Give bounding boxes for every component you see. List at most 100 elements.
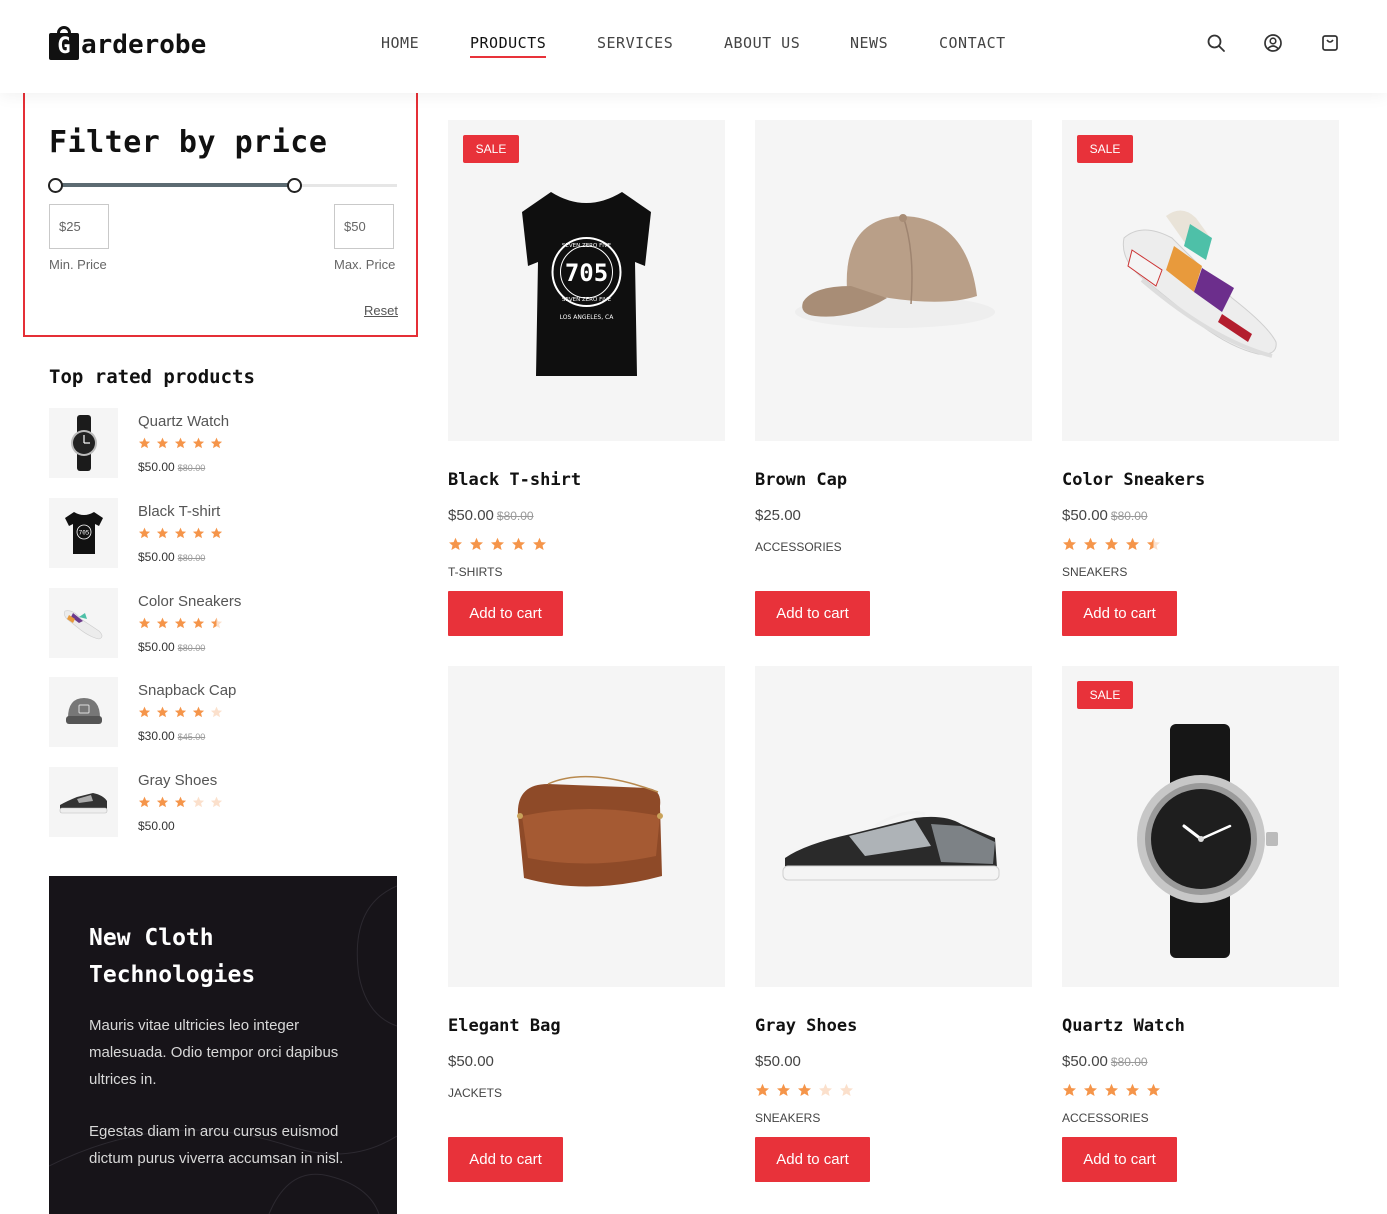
logo-text: arderobe — [81, 30, 207, 60]
nav-news[interactable]: NEWS — [850, 34, 888, 52]
product-category[interactable]: ACCESSORIES — [755, 540, 842, 554]
filter-title: Filter by price — [49, 125, 328, 160]
product-image[interactable]: SALE — [1062, 666, 1339, 987]
product-name[interactable]: Quartz Watch — [1062, 1016, 1185, 1036]
star-icon — [756, 1083, 769, 1096]
star-icon — [512, 537, 525, 550]
product-name[interactable]: Color Sneakers — [1062, 470, 1205, 490]
product-image[interactable] — [755, 120, 1032, 441]
product-category[interactable]: SNEAKERS — [1062, 565, 1127, 579]
star-rating — [138, 437, 228, 455]
product-name[interactable]: Black T-shirt — [138, 503, 220, 520]
tshirt-thumbnail[interactable]: 705 — [49, 498, 118, 568]
product-category[interactable]: JACKETS — [448, 1086, 502, 1100]
product-name[interactable]: Snapback Cap — [138, 682, 236, 699]
star-rating — [1062, 537, 1167, 555]
old-price: $80.00 — [177, 463, 206, 473]
product-image[interactable] — [448, 666, 725, 987]
cart-icon[interactable] — [1320, 33, 1340, 53]
star-icon — [174, 796, 187, 808]
product-name[interactable]: Gray Shoes — [755, 1016, 857, 1036]
nav-contact[interactable]: CONTACT — [939, 34, 1006, 52]
add-to-cart-button[interactable]: Add to cart — [448, 1137, 563, 1182]
star-icon — [449, 537, 462, 550]
product-price: $50.00 $80.00 — [1062, 1053, 1148, 1070]
gray-shoes-thumbnail[interactable] — [49, 767, 118, 837]
star-icon — [819, 1083, 832, 1096]
add-to-cart-button[interactable]: Add to cart — [448, 591, 563, 636]
top-rated-item[interactable]: Quartz Watch $50.00 $80.00 — [49, 408, 399, 478]
sneakers-thumbnail[interactable] — [49, 588, 118, 658]
product-category[interactable]: ACCESSORIES — [1062, 1111, 1149, 1125]
svg-text:SEVEN ZERO FIVE: SEVEN ZERO FIVE — [562, 243, 612, 249]
star-icon — [1063, 1083, 1076, 1096]
star-icon — [192, 796, 205, 808]
price-slider-min-handle[interactable] — [48, 178, 63, 193]
star-icon — [210, 706, 223, 718]
search-icon[interactable] — [1206, 33, 1226, 53]
star-icon — [138, 617, 151, 629]
star-icon — [192, 527, 205, 539]
logo[interactable]: G arderobe — [49, 26, 206, 60]
top-rated-item[interactable]: Gray Shoes $50.00 — [49, 767, 399, 837]
product-price: $50.00 $80.00 — [138, 640, 206, 654]
product-name[interactable]: Color Sneakers — [138, 593, 241, 610]
product-image[interactable]: SALE — [1062, 120, 1339, 441]
nav-products[interactable]: PRODUCTS — [470, 34, 547, 58]
product-name[interactable]: Quartz Watch — [138, 413, 229, 430]
product-category[interactable]: T-SHIRTS — [448, 565, 502, 579]
product-name[interactable]: Gray Shoes — [138, 772, 217, 789]
star-icon — [1063, 537, 1076, 550]
promo-paragraph: Egestas diam in arcu cursus euismod dict… — [89, 1123, 344, 1167]
star-icon — [210, 796, 223, 808]
product-price: $50.00 — [448, 1053, 494, 1070]
add-to-cart-button[interactable]: Add to cart — [1062, 591, 1177, 636]
snapback-cap-thumbnail[interactable] — [49, 677, 118, 747]
add-to-cart-button[interactable]: Add to cart — [1062, 1137, 1177, 1182]
product-name[interactable]: Black T-shirt — [448, 470, 581, 490]
add-to-cart-button[interactable]: Add to cart — [755, 1137, 870, 1182]
max-price-input[interactable]: $50 — [334, 204, 394, 249]
star-icon — [156, 706, 169, 718]
star-rating — [138, 617, 228, 635]
nav-services[interactable]: SERVICES — [597, 34, 673, 52]
star-icon — [156, 527, 169, 539]
star-icon — [210, 527, 223, 539]
star-rating — [138, 706, 228, 724]
old-price: $80.00 — [496, 509, 534, 523]
star-icon — [1105, 1083, 1118, 1096]
star-icon — [156, 617, 169, 629]
watch-thumbnail[interactable] — [49, 408, 118, 478]
reset-link[interactable]: Reset — [364, 303, 398, 318]
top-rated-item[interactable]: Color Sneakers $50.00 $80.00 — [49, 588, 399, 658]
star-rating — [448, 537, 553, 555]
nav-about-us[interactable]: ABOUT US — [724, 34, 800, 52]
promo-title: New Cloth Technologies — [89, 925, 256, 988]
star-icon — [138, 706, 151, 718]
star-icon — [1105, 537, 1118, 550]
site-header: G arderobe HOME PRODUCTS SERVICES ABOUT … — [0, 0, 1387, 93]
star-icon — [138, 796, 151, 808]
top-rated-item[interactable]: Snapback Cap $30.00 $45.00 — [49, 677, 399, 747]
star-icon — [1084, 537, 1097, 550]
user-icon[interactable] — [1263, 33, 1283, 53]
star-icon — [192, 706, 205, 718]
top-rated-item[interactable]: 705 Black T-shirt $50.00 $80.00 — [49, 498, 399, 568]
product-image[interactable]: 705 SEVEN ZERO FIVE SEVEN ZERO FIVE LOS … — [448, 120, 725, 441]
product-name[interactable]: Elegant Bag — [448, 1016, 561, 1036]
product-image[interactable] — [755, 666, 1032, 987]
product-category[interactable]: SNEAKERS — [755, 1111, 820, 1125]
product-price: $30.00 $45.00 — [138, 729, 206, 743]
product-name[interactable]: Brown Cap — [755, 470, 847, 490]
star-icon — [174, 617, 187, 629]
nav-home[interactable]: HOME — [381, 34, 419, 52]
min-price-label: Min. Price — [49, 257, 107, 272]
add-to-cart-button[interactable]: Add to cart — [755, 591, 870, 636]
svg-text:705: 705 — [565, 259, 608, 287]
old-price: $80.00 — [177, 643, 206, 653]
star-icon — [156, 437, 169, 449]
star-icon — [192, 617, 205, 629]
bag-image — [517, 775, 663, 887]
product-price: $50.00 — [138, 819, 175, 833]
min-price-input[interactable]: $25 — [49, 204, 109, 249]
